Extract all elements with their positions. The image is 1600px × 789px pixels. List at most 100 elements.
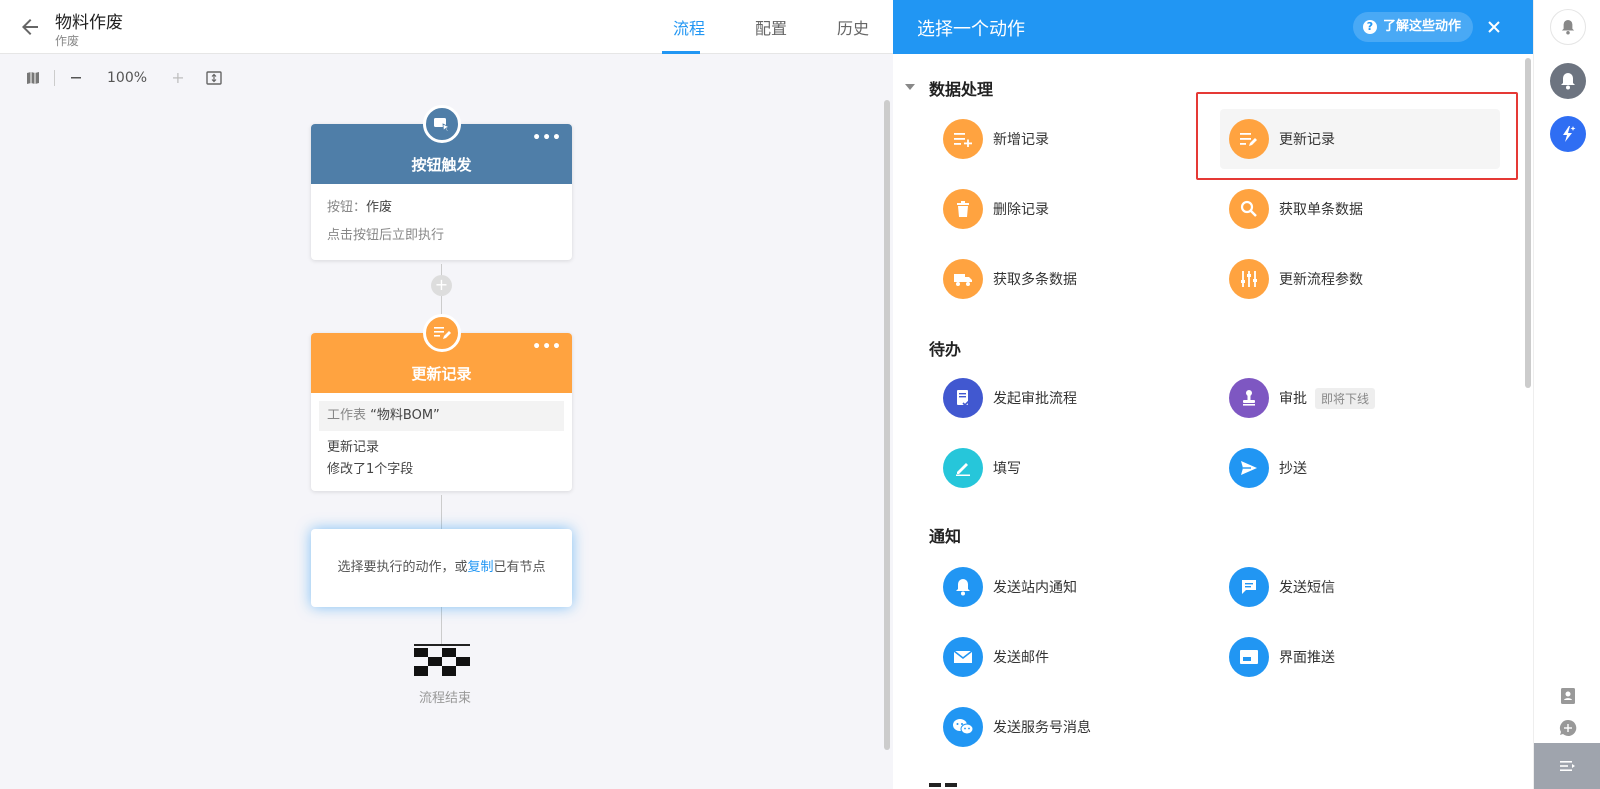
canvas-scrollbar[interactable] — [884, 100, 890, 750]
action-get-multiple[interactable]: 获取多条数据 — [943, 250, 1213, 308]
trigger-node-title: 按钮触发 — [411, 156, 472, 174]
button-value: 作废 — [366, 200, 393, 215]
action-add-record[interactable]: 新增记录 — [943, 110, 1213, 168]
ai-assistant-icon[interactable] — [1550, 116, 1586, 152]
action-approve[interactable]: 审批 即将下线 — [1229, 369, 1499, 427]
update-record-node[interactable]: ••• 更新记录 工作表 “物料BOM” 更新记录 修改了1个字段 — [311, 314, 572, 491]
action-fill[interactable]: 填写 — [943, 439, 1213, 497]
back-arrow-icon[interactable] — [18, 15, 42, 39]
action-label: 获取多条数据 — [993, 272, 1077, 288]
sheet-chip: 工作表 “物料BOM” — [319, 401, 564, 431]
action-label: 发送短信 — [1279, 580, 1335, 596]
trash-icon — [943, 189, 983, 229]
action-label: 发送服务号消息 — [993, 720, 1091, 736]
flow-connector — [441, 607, 442, 644]
action-label: 抄送 — [1279, 461, 1307, 477]
sheet-label: 工作表 — [327, 408, 367, 423]
flow-connector — [441, 495, 442, 529]
stamp-icon — [1229, 378, 1269, 418]
select-text-before: 选择要执行的动作，或 — [337, 560, 468, 575]
search-icon — [1229, 189, 1269, 229]
button-label: 按钮： — [327, 200, 367, 215]
action-service-message[interactable]: 发送服务号消息 — [943, 698, 1213, 756]
trigger-node-body: 按钮：作废 点击按钮后立即执行 — [311, 184, 572, 260]
deprecation-badge: 即将下线 — [1315, 387, 1376, 409]
learn-actions-label: 了解这些动作 — [1383, 19, 1462, 34]
approval-doc-icon — [943, 378, 983, 418]
update-action-text: 更新记录 — [327, 440, 380, 455]
contact-book-icon[interactable] — [1558, 686, 1578, 706]
action-sms[interactable]: 发送短信 — [1229, 558, 1499, 616]
fit-screen-icon[interactable] — [203, 67, 225, 89]
action-get-single[interactable]: 获取单条数据 — [1229, 180, 1499, 238]
tab-config[interactable]: 配置 — [730, 0, 812, 54]
update-node-title: 更新记录 — [411, 365, 472, 383]
mail-icon — [943, 637, 983, 677]
collapse-caret-icon[interactable] — [905, 84, 915, 90]
panel-scrollbar[interactable] — [1525, 58, 1531, 388]
page-subtitle: 作废 — [55, 34, 80, 48]
send-icon — [1229, 448, 1269, 488]
update-node-header: ••• 更新记录 — [311, 314, 572, 393]
copy-link[interactable]: 复制 — [467, 560, 493, 575]
collapse-menu-icon[interactable] — [1534, 743, 1600, 789]
page-title: 物料作废 — [55, 13, 123, 33]
action-label: 新增记录 — [993, 132, 1049, 148]
alert-bell-icon[interactable] — [1550, 63, 1586, 99]
flow-end-label: 流程结束 — [418, 691, 471, 706]
action-start-approval[interactable]: 发起审批流程 — [943, 369, 1213, 427]
canvas-toolbar: 100% — [22, 66, 225, 90]
node-more-icon[interactable]: ••• — [532, 130, 562, 146]
add-node-button[interactable]: + — [431, 275, 452, 296]
close-icon[interactable] — [1484, 17, 1504, 37]
panel-header: 选择一个动作 ? 了解这些动作 — [893, 0, 1533, 54]
header-bar: 物料作废 作废 流程 配置 历史 — [0, 0, 893, 54]
trigger-node[interactable]: ••• 按钮触发 按钮：作废 点击按钮后立即执行 — [311, 105, 572, 260]
trigger-description: 点击按钮后立即执行 — [327, 228, 445, 243]
select-action-node[interactable]: 选择要执行的动作，或复制已有节点 — [311, 529, 572, 607]
action-label: 发送邮件 — [993, 650, 1049, 666]
action-label: 发送站内通知 — [993, 580, 1077, 596]
action-label: 审批 — [1279, 391, 1307, 407]
action-label: 发起审批流程 — [993, 391, 1077, 407]
finish-flag-icon — [414, 644, 470, 676]
action-delete-record[interactable]: 删除记录 — [943, 180, 1213, 238]
action-update-params[interactable]: 更新流程参数 — [1229, 250, 1499, 308]
section-title-data: 数据处理 — [929, 80, 994, 99]
tab-flow[interactable]: 流程 — [648, 0, 730, 54]
sheet-value: “物料BOM” — [370, 408, 440, 423]
button-trigger-icon — [423, 105, 461, 143]
toolbar-divider — [54, 70, 55, 86]
pencil-icon — [943, 448, 983, 488]
node-more-icon[interactable]: ••• — [532, 339, 562, 355]
action-site-notice[interactable]: 发送站内通知 — [943, 558, 1213, 616]
edit-record-icon — [423, 314, 461, 352]
action-cc[interactable]: 抄送 — [1229, 439, 1499, 497]
action-label: 界面推送 — [1279, 650, 1335, 666]
section-title-notify: 通知 — [929, 527, 962, 546]
update-detail-text: 修改了1个字段 — [327, 462, 414, 477]
notification-bell-icon[interactable] — [1550, 9, 1586, 45]
add-record-icon — [943, 119, 983, 159]
action-label: 获取单条数据 — [1279, 202, 1363, 218]
highlight-box — [1196, 92, 1518, 180]
zoom-out-icon[interactable] — [65, 67, 87, 89]
next-section-title-partial — [929, 772, 969, 789]
zoom-in-icon[interactable] — [167, 67, 189, 89]
tab-history[interactable]: 历史 — [812, 0, 894, 54]
help-icon: ? — [1363, 20, 1377, 34]
trigger-node-header: ••• 按钮触发 — [311, 105, 572, 184]
chat-add-icon[interactable] — [1558, 718, 1578, 738]
zoom-level: 100% — [107, 70, 148, 86]
right-rail — [1533, 0, 1600, 789]
wechat-icon — [943, 707, 983, 747]
action-label: 更新流程参数 — [1279, 272, 1363, 288]
action-label: 删除记录 — [993, 202, 1049, 218]
learn-actions-button[interactable]: ? 了解这些动作 — [1353, 12, 1474, 42]
action-label: 填写 — [993, 461, 1021, 477]
action-email[interactable]: 发送邮件 — [943, 628, 1213, 686]
map-icon[interactable] — [22, 67, 44, 89]
update-node-body: 工作表 “物料BOM” 更新记录 修改了1个字段 — [311, 393, 572, 491]
action-screen-push[interactable]: 界面推送 — [1229, 628, 1499, 686]
truck-icon — [943, 259, 983, 299]
